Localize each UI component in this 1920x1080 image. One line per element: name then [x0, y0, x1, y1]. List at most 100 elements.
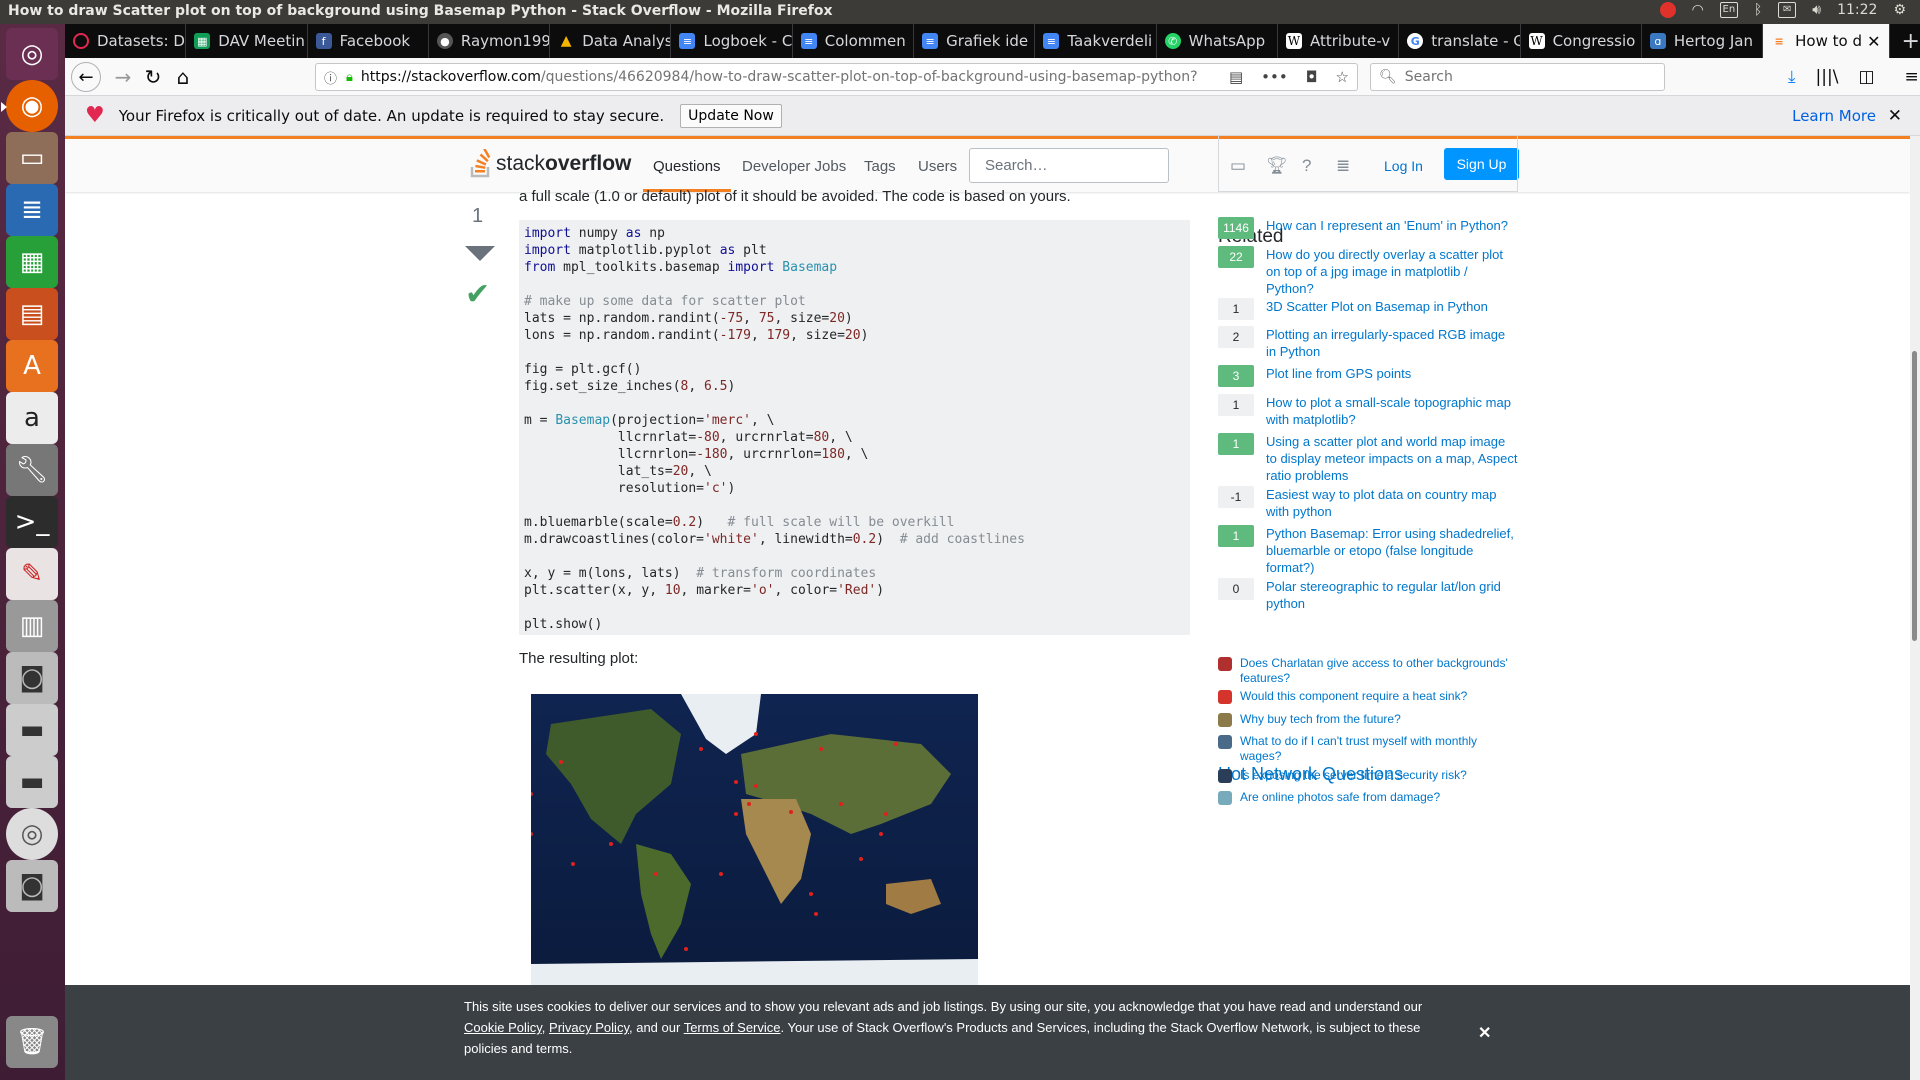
bluetooth-icon[interactable]: ᛒ — [1754, 2, 1762, 18]
site-info-icon[interactable]: ⓘ — [324, 68, 337, 87]
related-link[interactable]: Python Basemap: Error using shadedrelief… — [1266, 525, 1518, 576]
hot-question-item[interactable]: Are online photos safe from damage? — [1218, 790, 1518, 805]
scanner-icon[interactable]: ▥ — [6, 600, 58, 652]
nav-users[interactable]: Users — [908, 152, 967, 181]
related-link[interactable]: Easiest way to plot data on country map … — [1266, 486, 1518, 520]
url-text[interactable]: https://stackoverflow.com/questions/4662… — [361, 69, 1221, 85]
page-scrollbar[interactable] — [1910, 136, 1920, 1080]
related-item[interactable]: 0 Polar stereographic to regular lat/lon … — [1218, 578, 1518, 612]
stackoverflow-logo[interactable]: stack overflow — [470, 148, 631, 179]
related-item[interactable]: 1 Using a scatter plot and world map imag… — [1218, 433, 1518, 484]
related-item[interactable]: 1146 How can I represent an 'Enum' in Pyt… — [1218, 217, 1518, 239]
browser-tab[interactable]: Datasets: D — [65, 24, 187, 58]
terminal-icon[interactable]: >_ — [6, 496, 58, 548]
vote-down-icon[interactable] — [465, 246, 495, 261]
home-button[interactable]: ⌂ — [169, 63, 197, 91]
settings-icon[interactable]: 🔧︎ — [6, 444, 58, 496]
browser-tab-active[interactable]: ≡ How to d ✕ — [1763, 24, 1890, 58]
related-item[interactable]: 3 Plot line from GPS points — [1218, 365, 1518, 387]
forward-button[interactable]: → — [109, 63, 137, 91]
trash-icon[interactable]: 🗑︎ — [6, 1016, 58, 1068]
bookmark-star-icon[interactable]: ☆ — [1336, 68, 1349, 86]
camera2-icon[interactable]: ◙ — [6, 860, 58, 912]
search-bar[interactable]: 🔍︎ Search — [1370, 63, 1665, 91]
related-link[interactable]: How can I represent an 'Enum' in Python? — [1266, 217, 1508, 239]
hot-question-item[interactable]: Is exposing the server time a security r… — [1218, 768, 1518, 783]
hot-question-link[interactable]: Does Charlatan give access to other back… — [1240, 656, 1518, 686]
related-item[interactable]: -1 Easiest way to plot data on country ma… — [1218, 486, 1518, 520]
mail-icon[interactable]: ✉ — [1778, 2, 1797, 18]
hot-question-link[interactable]: Are online photos safe from damage? — [1240, 790, 1440, 805]
wifi-icon[interactable]: ◠ — [1692, 2, 1704, 18]
hot-question-item[interactable]: Why buy tech from the future? — [1218, 712, 1518, 727]
hot-question-item[interactable]: Would this component require a heat sink… — [1218, 689, 1518, 704]
back-button[interactable]: ← — [71, 62, 101, 92]
nav-questions[interactable]: Questions — [643, 152, 731, 192]
scrollbar-thumb[interactable] — [1912, 351, 1917, 641]
download-icon[interactable]: ⤓ — [1788, 67, 1796, 87]
stop-icon[interactable] — [1659, 2, 1676, 18]
related-link[interactable]: 3D Scatter Plot on Basemap in Python — [1266, 298, 1488, 320]
library-icon[interactable]: |||\ — [1816, 67, 1839, 87]
related-link[interactable]: How do you directly overlay a scatter pl… — [1266, 246, 1518, 297]
site-search-input[interactable]: Search… — [969, 148, 1169, 183]
browser-tab[interactable]: ✆ WhatsApp — [1157, 24, 1278, 58]
camera-icon[interactable]: ◙ — [6, 652, 58, 704]
related-link[interactable]: Plot line from GPS points — [1266, 365, 1411, 387]
reload-button[interactable]: ↻ — [139, 63, 167, 91]
related-link[interactable]: How to plot a small-scale topographic ma… — [1266, 394, 1518, 428]
browser-tab[interactable]: f Facebook — [308, 24, 429, 58]
impress-icon[interactable]: ▤ — [6, 288, 58, 340]
cookie-policy-link[interactable]: Cookie Policy — [464, 1020, 542, 1035]
related-link[interactable]: Polar stereographic to regular lat/lon g… — [1266, 578, 1518, 612]
new-tab-button[interactable]: + — [1890, 24, 1920, 58]
terms-of-service-link[interactable]: Terms of Service — [684, 1020, 781, 1035]
update-now-button[interactable]: Update Now — [680, 103, 782, 128]
related-item[interactable]: 2 Plotting an irregularly-spaced RGB imag… — [1218, 326, 1518, 360]
page-actions-icon[interactable]: ••• — [1261, 68, 1288, 86]
hot-question-item[interactable]: Does Charlatan give access to other back… — [1218, 656, 1518, 686]
keyboard-layout-indicator[interactable]: En — [1719, 2, 1738, 18]
hot-question-link[interactable]: Is exposing the server time a security r… — [1240, 768, 1467, 783]
close-notification-icon[interactable]: ✕ — [1888, 106, 1902, 126]
related-item[interactable]: 1 Python Basemap: Error using shadedrelie… — [1218, 525, 1518, 576]
related-item[interactable]: 22 How do you directly overlay a scatter … — [1218, 246, 1518, 297]
reader-view-icon[interactable]: ▤ — [1229, 68, 1243, 86]
files-icon[interactable]: ▭ — [6, 132, 58, 184]
url-bar[interactable]: ⓘ 🔒︎ https://stackoverflow.com/questions… — [315, 63, 1358, 91]
browser-tab[interactable]: ≡ Taakverdeli — [1035, 24, 1157, 58]
related-link[interactable]: Plotting an irregularly-spaced RGB image… — [1266, 326, 1518, 360]
ubuntu-icon[interactable]: ◎ — [6, 28, 58, 80]
text-editor-icon[interactable]: ✎ — [6, 548, 58, 600]
browser-tab[interactable]: Gtranslate - G — [1399, 24, 1521, 58]
browser-tab[interactable]: ≡ Logboek - C — [671, 24, 793, 58]
related-link[interactable]: Using a scatter plot and world map image… — [1266, 433, 1518, 484]
writer-icon[interactable]: ≣ — [6, 184, 58, 236]
menu-icon[interactable]: ≡ — [1905, 67, 1919, 87]
browser-tab[interactable]: ɑ Hertog Jan — [1642, 24, 1764, 58]
calc-icon[interactable]: ▦ — [6, 236, 58, 288]
hot-question-link[interactable]: Why buy tech from the future? — [1240, 712, 1401, 727]
pocket-icon[interactable]: ◘ — [1306, 68, 1318, 86]
browser-tab[interactable]: ≡ Colommen — [793, 24, 915, 58]
drive2-icon[interactable]: ▬ — [6, 756, 58, 808]
clock[interactable]: 11:22 — [1837, 2, 1877, 18]
sidebar-icon[interactable]: ◫ — [1858, 67, 1874, 87]
browser-tab[interactable]: W Attribute-v — [1278, 24, 1400, 58]
hot-question-item[interactable]: What to do if I can't trust myself with … — [1218, 734, 1518, 764]
settings-gear-icon[interactable]: ⚙ — [1893, 2, 1906, 18]
privacy-policy-link[interactable]: Privacy Policy — [549, 1020, 629, 1035]
hot-question-link[interactable]: Would this component require a heat sink… — [1240, 689, 1467, 704]
software-center-icon[interactable]: A — [6, 340, 58, 392]
hot-question-link[interactable]: What to do if I can't trust myself with … — [1240, 734, 1518, 764]
firefox-icon[interactable]: ◉ — [1, 80, 58, 132]
dvd-icon[interactable]: ◎ — [6, 808, 58, 860]
related-item[interactable]: 1 How to plot a small-scale topographic m… — [1218, 394, 1518, 428]
close-cookie-icon[interactable]: ✕ — [1478, 1023, 1491, 1044]
related-item[interactable]: 1 3D Scatter Plot on Basemap in Python — [1218, 298, 1518, 320]
volume-icon[interactable]: 🔊︎ — [1812, 2, 1821, 18]
amazon-icon[interactable]: a — [6, 392, 58, 444]
drive-icon[interactable]: ▬ — [6, 704, 58, 756]
nav-tags[interactable]: Tags — [854, 152, 906, 181]
browser-tab[interactable]: ▲ Data Analys — [550, 24, 672, 58]
